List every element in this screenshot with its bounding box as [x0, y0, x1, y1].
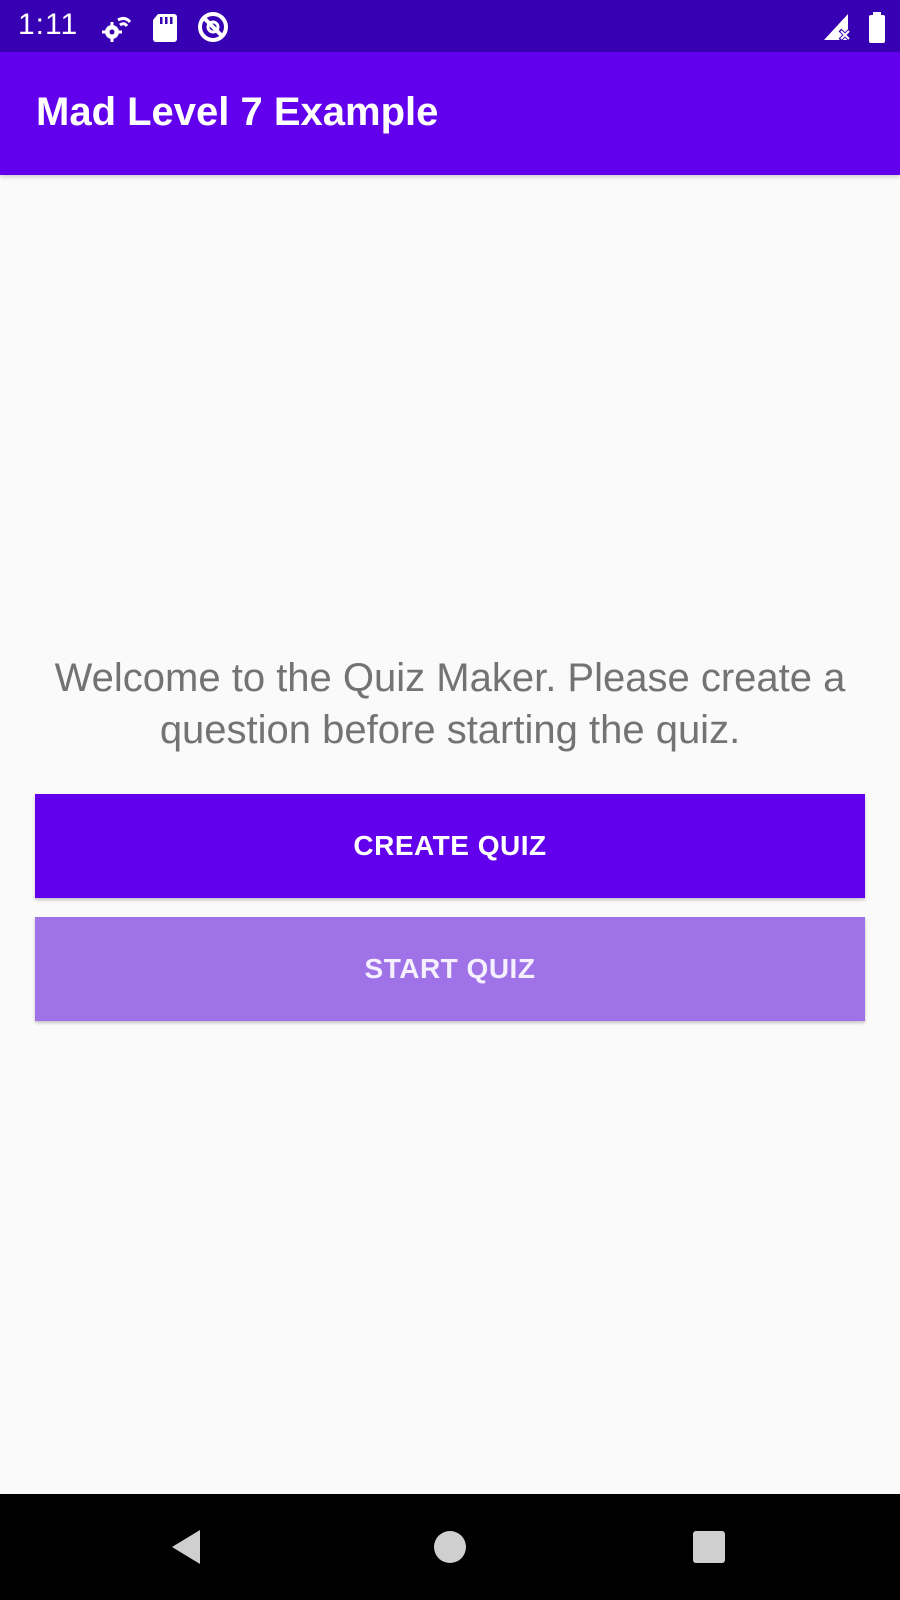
- no-disturb-icon: [198, 12, 228, 42]
- sd-card-icon: [153, 14, 177, 42]
- navigation-bar: [0, 1494, 900, 1600]
- create-quiz-button[interactable]: CREATE QUIZ: [35, 794, 865, 898]
- settings-icon: [102, 16, 132, 42]
- status-bar: 1:11: [0, 0, 900, 52]
- recents-icon[interactable]: [684, 1522, 734, 1572]
- start-quiz-button[interactable]: START QUIZ: [35, 917, 865, 1021]
- app-title: Mad Level 7 Example: [36, 90, 439, 134]
- app-bar: Mad Level 7 Example: [0, 52, 900, 175]
- battery-icon: [869, 12, 885, 43]
- welcome-message: Welcome to the Quiz Maker. Please create…: [54, 656, 846, 752]
- signal-icon: [824, 14, 852, 42]
- home-icon[interactable]: [425, 1522, 475, 1572]
- status-time: 1:11: [18, 8, 79, 41]
- back-icon[interactable]: [162, 1522, 212, 1572]
